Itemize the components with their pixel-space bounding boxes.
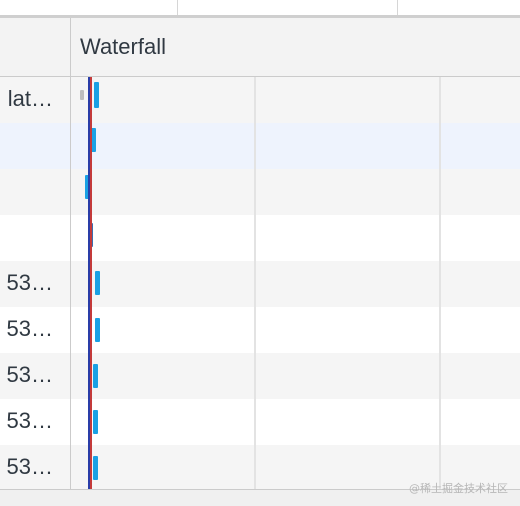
name-cell: 53…	[0, 353, 70, 399]
table-row[interactable]: 53…	[0, 261, 520, 307]
request-rows: lat… 53… 53… 53… 53… 53…	[0, 77, 520, 491]
table-row[interactable]	[0, 169, 520, 215]
request-name: 53…	[6, 270, 53, 295]
load-event-marker	[90, 77, 92, 489]
name-cell: 53…	[0, 399, 70, 445]
waterfall-bar[interactable]	[93, 410, 98, 434]
name-cell: 53…	[0, 261, 70, 307]
column-resize-handle[interactable]	[70, 18, 71, 76]
request-name: lat…	[7, 86, 53, 111]
network-waterfall-panel: Waterfall lat… 53… 53… 53… 53… 53… @稀土掘金…	[0, 0, 520, 506]
waterfall-queue-bar	[80, 90, 84, 100]
table-row[interactable]: 53…	[0, 399, 520, 445]
table-row[interactable]	[0, 215, 520, 261]
timeline-gridline	[439, 77, 441, 489]
request-name: 53…	[6, 316, 53, 341]
timeline-gridline	[254, 77, 256, 489]
table-row[interactable]	[0, 123, 520, 169]
request-name: 53…	[6, 408, 53, 433]
waterfall-bar[interactable]	[93, 456, 98, 480]
name-cell: 53…	[0, 307, 70, 353]
table-header: Waterfall	[0, 18, 520, 77]
waterfall-bar[interactable]	[95, 318, 100, 342]
waterfall-column-header[interactable]: Waterfall	[80, 34, 166, 60]
previous-header-strip	[0, 0, 520, 18]
table-row[interactable]: lat…	[0, 77, 520, 123]
name-cell: 53…	[0, 445, 70, 491]
request-name: 53…	[6, 362, 53, 387]
column-separator	[397, 0, 398, 15]
name-cell	[0, 169, 70, 215]
name-cell: lat…	[0, 77, 70, 123]
waterfall-bar[interactable]	[94, 82, 99, 108]
table-row[interactable]: 53…	[0, 307, 520, 353]
request-name: 53…	[6, 454, 53, 479]
column-separator	[177, 0, 178, 15]
waterfall-bar[interactable]	[93, 364, 98, 388]
watermark-text: @稀土掘金技术社区	[409, 482, 508, 495]
name-cell	[0, 215, 70, 261]
name-cell	[0, 123, 70, 169]
waterfall-bar[interactable]	[95, 271, 100, 295]
table-row[interactable]: 53…	[0, 353, 520, 399]
column-divider	[70, 77, 71, 489]
